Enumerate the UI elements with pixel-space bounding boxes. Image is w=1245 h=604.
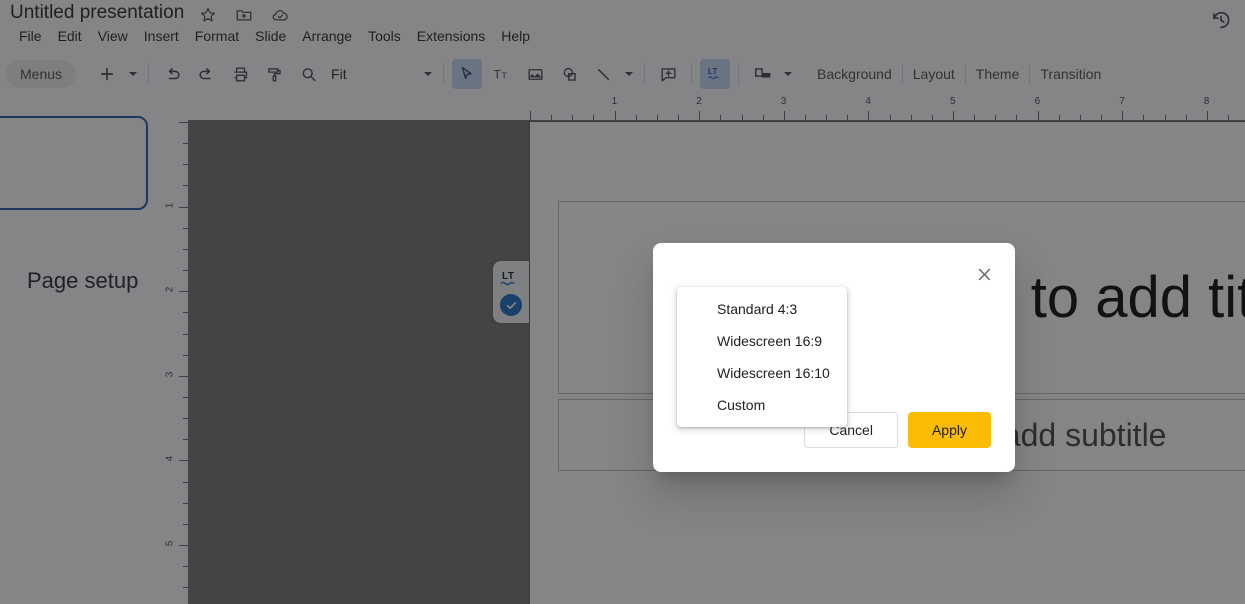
- apply-button[interactable]: Apply: [907, 412, 991, 448]
- modal-scrim[interactable]: [0, 0, 1245, 604]
- dropdown-option-widescreen-16-10[interactable]: Widescreen 16:10: [677, 357, 847, 389]
- page-setup-dialog-title: Page setup: [27, 268, 139, 293]
- dropdown-option-widescreen-16-9[interactable]: Widescreen 16:9: [677, 325, 847, 357]
- dropdown-option-custom[interactable]: Custom: [677, 389, 847, 421]
- close-icon[interactable]: [967, 257, 1001, 291]
- page-size-dropdown-menu[interactable]: Standard 4:3 Widescreen 16:9 Widescreen …: [677, 287, 847, 427]
- dropdown-option-standard-4-3[interactable]: Standard 4:3: [677, 293, 847, 325]
